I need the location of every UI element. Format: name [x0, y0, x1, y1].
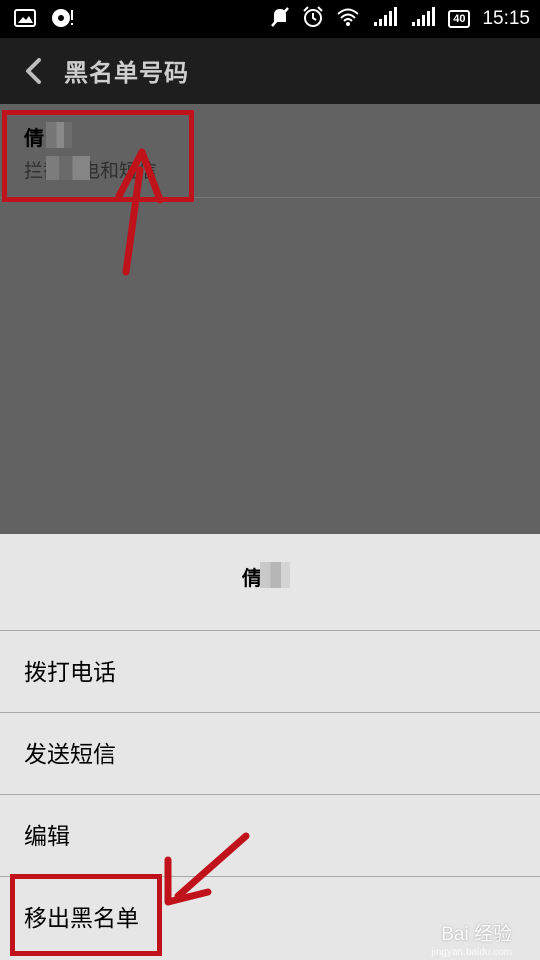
status-bar: 40 15:15 [0, 0, 540, 38]
battery-icon: 40 [448, 10, 471, 28]
sheet-title: 倩 [242, 566, 262, 590]
image-icon [14, 8, 36, 32]
action-bar: 黑名单号码 [0, 38, 540, 104]
wifi-icon [336, 7, 360, 31]
page-title: 黑名单号码 [64, 59, 189, 87]
status-time: 15:15 [482, 8, 530, 29]
sync-icon [50, 7, 76, 33]
annotation-highlight-box [2, 110, 194, 202]
annotation-highlight-box [10, 874, 162, 956]
menu-item-label: 发送短信 [24, 742, 116, 768]
menu-item-label: 拨打电话 [24, 660, 116, 686]
chevron-left-icon [18, 58, 50, 91]
menu-item-call[interactable]: 拨打电话 [0, 631, 540, 713]
signal-icon [410, 7, 436, 31]
menu-item-edit[interactable]: 编辑 [0, 795, 540, 877]
menu-item-label: 编辑 [24, 824, 70, 850]
signal-icon [372, 7, 398, 31]
mute-icon [270, 6, 290, 32]
sheet-header: 倩 [0, 534, 540, 631]
alarm-icon [302, 6, 324, 32]
back-button[interactable] [18, 55, 50, 87]
redacted-mosaic [260, 562, 290, 588]
menu-item-sms[interactable]: 发送短信 [0, 713, 540, 795]
watermark-logo: Bai 经验 [441, 924, 512, 945]
watermark-url: jingyan.baidu.com [431, 947, 512, 958]
